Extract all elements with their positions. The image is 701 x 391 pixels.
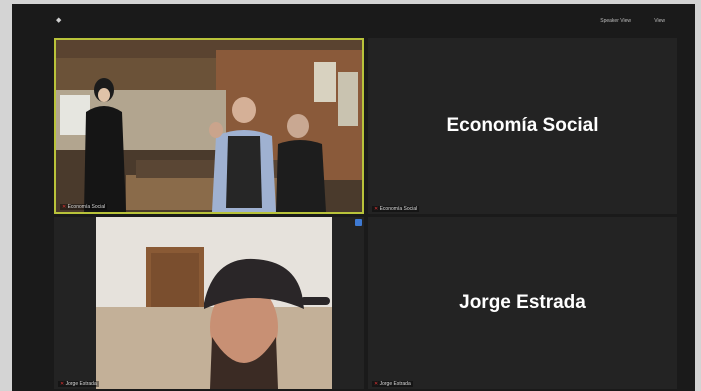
room-video [56,40,362,212]
mic-muted-icon: ✕ [62,204,67,210]
name-tile-jorge-estrada[interactable]: Jorge Estrada ✕ Jorge Estrada [368,217,677,389]
participant-name: Jorge Estrada [459,292,586,313]
video-tile-economia-social[interactable]: ✕ Economía Social [54,38,364,214]
participant-label: ✕ Economía Social [372,206,420,212]
video-call-window: ◆ Speaker View View ✕ Economía Social Ec… [12,4,695,391]
shield-icon[interactable]: ◆ [56,17,62,24]
speaker-view-button[interactable]: Speaker View [600,18,631,24]
video-tile-jorge-estrada[interactable]: ✕ Jorge Estrada [54,217,364,389]
pin-icon[interactable] [355,219,362,226]
participant-label: ✕ Economía Social [60,204,108,210]
top-bar: ◆ Speaker View View [12,4,695,36]
name-tile-economia-social[interactable]: Economía Social ✕ Economía Social [368,38,677,214]
participant-label: ✕ Jorge Estrada [58,381,99,387]
mic-muted-icon: ✕ [374,206,379,212]
webcam-video [54,217,364,389]
participant-name: Economía Social [446,115,599,136]
mic-muted-icon: ✕ [374,381,379,387]
mic-muted-icon: ✕ [60,381,65,387]
participant-label: ✕ Jorge Estrada [372,381,413,387]
view-button[interactable]: View [654,18,665,24]
